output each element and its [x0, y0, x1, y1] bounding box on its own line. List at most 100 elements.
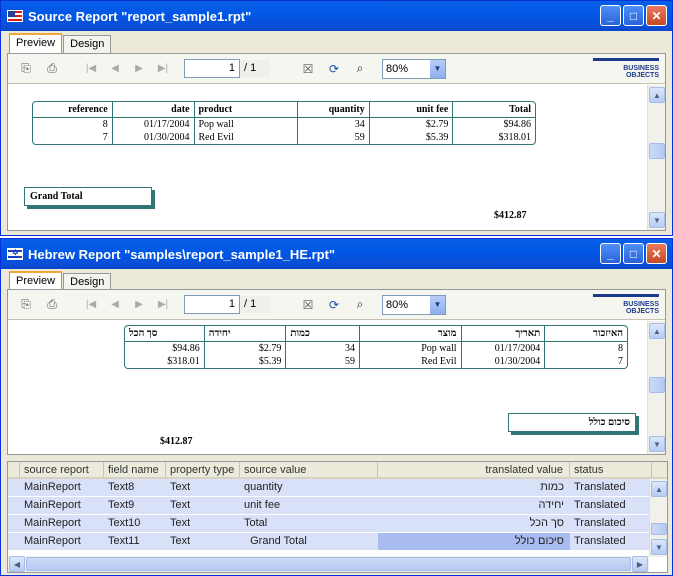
report-preview: reference date product quantity unit fee…	[8, 85, 647, 230]
stop-icon[interactable]: ☒	[300, 61, 316, 77]
maximize-button[interactable]: □	[623, 5, 644, 26]
scroll-thumb[interactable]	[649, 377, 665, 393]
cell[interactable]: Grand Total	[240, 533, 378, 550]
search-icon[interactable]: ⌕	[352, 61, 368, 77]
scroll-up-icon[interactable]: ▲	[649, 87, 665, 103]
next-page-icon[interactable]: ▶	[132, 63, 146, 74]
cell: 59	[298, 131, 370, 144]
report-table: סך הכל יחידה כמות מוצר תאריך האיזכור $94…	[124, 325, 628, 369]
zoom-select[interactable]: 80% ▼	[382, 294, 446, 315]
cell[interactable]: Total	[240, 515, 378, 532]
chevron-down-icon[interactable]: ▼	[430, 295, 445, 314]
col-header: date	[112, 102, 195, 118]
scroll-thumb[interactable]	[649, 143, 665, 159]
row-header-corner	[8, 462, 20, 477]
cell: $318.01	[125, 355, 205, 368]
export-icon[interactable]: ⎘	[18, 297, 34, 313]
col-header-source-report[interactable]: source report	[20, 462, 104, 477]
translated-value-cell[interactable]: כמות	[378, 479, 570, 496]
page-number-input[interactable]: 1	[184, 59, 240, 78]
last-page-icon[interactable]: ▶|	[156, 299, 170, 310]
table-row[interactable]: MainReport Text8 Text quantity כמות Tran…	[8, 479, 667, 497]
vertical-scrollbar[interactable]: ▲ ▼	[647, 85, 665, 230]
cell[interactable]: Translated	[570, 515, 652, 532]
cell[interactable]: Text10	[104, 515, 166, 532]
business-objects-logo: BUSINESS OBJECTS	[593, 58, 659, 80]
cell[interactable]: Text8	[104, 479, 166, 496]
scroll-up-icon[interactable]: ▲	[651, 481, 667, 497]
cell[interactable]: Text9	[104, 497, 166, 514]
cell[interactable]: unit fee	[240, 497, 378, 514]
zoom-value: 80%	[386, 298, 409, 311]
col-header: סך הכל	[125, 326, 205, 342]
table-row: $318.01 $5.39 59 Red Evil 01/30/2004 7	[125, 355, 627, 368]
zoom-select[interactable]: 80% ▼	[382, 58, 446, 79]
grid-horizontal-scrollbar[interactable]: ◀ ▶	[8, 556, 649, 572]
scroll-down-icon[interactable]: ▼	[651, 539, 667, 555]
prev-page-icon[interactable]: ◀	[108, 299, 122, 310]
cell[interactable]: MainReport	[20, 479, 104, 496]
cell: 01/30/2004	[113, 131, 195, 144]
col-header-property-type[interactable]: property type	[166, 462, 240, 477]
cell[interactable]: Translated	[570, 479, 652, 496]
close-button[interactable]: ✕	[646, 5, 667, 26]
scroll-left-icon[interactable]: ◀	[9, 556, 25, 572]
cell: $2.79	[370, 118, 454, 131]
last-page-icon[interactable]: ▶|	[156, 63, 170, 74]
first-page-icon[interactable]: |◀	[84, 299, 98, 310]
refresh-icon[interactable]: ⟳	[326, 297, 342, 313]
cell[interactable]: Text	[166, 497, 240, 514]
cell: $2.79	[205, 342, 287, 355]
cell[interactable]: MainReport	[20, 515, 104, 532]
print-icon[interactable]: ⎙	[44, 297, 60, 313]
table-row[interactable]: MainReport Text11 Text Grand Total סיכום…	[8, 533, 667, 551]
stop-icon[interactable]: ☒	[300, 297, 316, 313]
cell[interactable]: MainReport	[20, 497, 104, 514]
export-icon[interactable]: ⎘	[18, 61, 34, 77]
cell[interactable]: Text11	[104, 533, 166, 550]
minimize-button[interactable]: _	[600, 5, 621, 26]
close-button[interactable]: ✕	[646, 243, 667, 264]
cell[interactable]: MainReport	[20, 533, 104, 550]
next-page-icon[interactable]: ▶	[132, 299, 146, 310]
col-header-source-value[interactable]: source value	[240, 462, 378, 477]
scroll-down-icon[interactable]: ▼	[649, 436, 665, 452]
title-bar[interactable]: Hebrew Report "samples\report_sample1_HE…	[1, 239, 672, 269]
table-row[interactable]: MainReport Text9 Text unit fee יחידה Tra…	[8, 497, 667, 515]
col-header-translated-value[interactable]: translated value	[378, 462, 570, 477]
table-row[interactable]: MainReport Text10 Text Total סך הכל Tran…	[8, 515, 667, 533]
translated-value-cell[interactable]: יחידה	[378, 497, 570, 514]
grid-vertical-scrollbar[interactable]: ▲ ▼	[649, 479, 667, 557]
title-bar[interactable]: Source Report "report_sample1.rpt" _ □ ✕	[1, 1, 672, 31]
cell[interactable]: Translated	[570, 533, 652, 550]
maximize-button[interactable]: □	[623, 243, 644, 264]
search-icon[interactable]: ⌕	[352, 297, 368, 313]
col-header-field-name[interactable]: field name	[104, 462, 166, 477]
cell[interactable]: Translated	[570, 497, 652, 514]
col-header: unit fee	[369, 102, 454, 118]
scroll-down-icon[interactable]: ▼	[649, 212, 665, 228]
chevron-down-icon[interactable]: ▼	[430, 59, 445, 78]
translated-value-cell-selected[interactable]: סיכום כולל	[378, 533, 570, 550]
print-icon[interactable]: ⎙	[44, 61, 60, 77]
translated-value-cell[interactable]: סך הכל	[378, 515, 570, 532]
minimize-button[interactable]: _	[600, 243, 621, 264]
scroll-up-icon[interactable]: ▲	[649, 323, 665, 339]
cell[interactable]: Text	[166, 515, 240, 532]
scroll-right-icon[interactable]: ▶	[632, 556, 648, 572]
tab-preview[interactable]: Preview	[9, 33, 63, 54]
first-page-icon[interactable]: |◀	[84, 63, 98, 74]
vertical-scrollbar[interactable]: ▲ ▼	[647, 321, 665, 454]
refresh-icon[interactable]: ⟳	[326, 61, 342, 77]
cell[interactable]: Text	[166, 479, 240, 496]
cell[interactable]: quantity	[240, 479, 378, 496]
cell[interactable]: Text	[166, 533, 240, 550]
scroll-thumb[interactable]	[26, 557, 631, 571]
scroll-thumb[interactable]	[651, 523, 667, 535]
page-number-input[interactable]: 1	[184, 295, 240, 314]
tab-design[interactable]: Design	[63, 35, 112, 53]
col-header: תאריך	[461, 326, 546, 342]
cell: Pop wall	[195, 118, 298, 131]
prev-page-icon[interactable]: ◀	[108, 63, 122, 74]
col-header-status[interactable]: status	[570, 462, 652, 477]
